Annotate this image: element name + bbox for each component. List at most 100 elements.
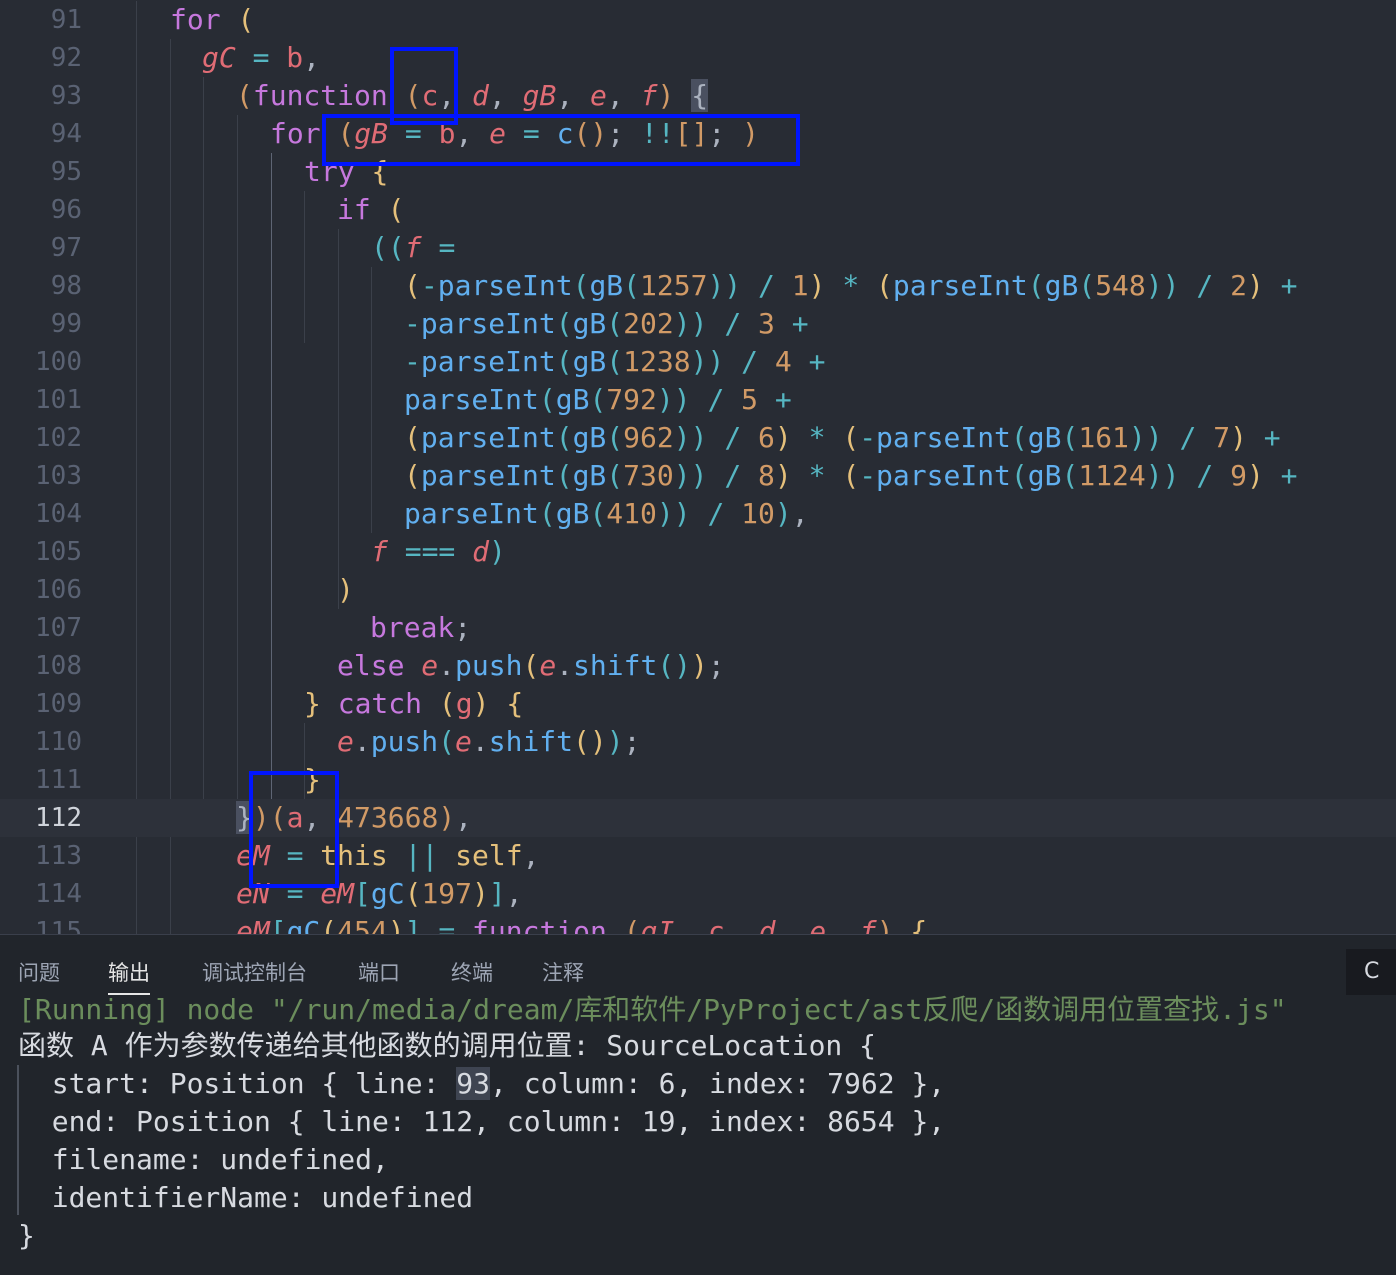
code-line[interactable]: 103 (parseInt(gB(730)) / 8) * (-parseInt(… [0, 457, 1396, 495]
code-token: ) [774, 421, 792, 454]
code-text: break; [370, 609, 471, 647]
code-token: ( [606, 459, 624, 492]
code-token: 161 [1078, 421, 1129, 454]
code-text: f === d) [371, 533, 506, 571]
code-line[interactable]: 92 gC = b, [0, 39, 1396, 77]
code-token: gB [572, 459, 607, 492]
code-token: ( [555, 307, 573, 340]
code-token: b [438, 117, 456, 150]
code-token: push [455, 649, 523, 682]
code-editor[interactable]: 91 for (92 gC = b, 93 (function (c, d, gB, e… [0, 0, 1396, 934]
code-line[interactable]: 114 eN = eM[gC(197)], [0, 875, 1396, 913]
tab-ports[interactable]: 端口 [358, 957, 400, 987]
code-line[interactable]: 111} [0, 761, 1396, 799]
code-token: / [724, 459, 742, 492]
code-line[interactable]: 110 e.push(e.shift()); [0, 723, 1396, 761]
code-token: , [488, 79, 523, 112]
code-token: 1257 [640, 269, 708, 302]
code-token: ) [774, 459, 792, 492]
tab-terminal[interactable]: 终端 [451, 957, 493, 987]
code-token: ( [606, 421, 624, 454]
line-number: 103 [35, 461, 82, 491]
code-token: / [707, 497, 725, 530]
code-line[interactable]: 100 -parseInt(gB(1238)) / 4 + [0, 343, 1396, 381]
code-line[interactable]: 109} catch (g) { [0, 685, 1396, 723]
code-token: ) [1230, 421, 1247, 454]
code-token: eN [236, 877, 270, 910]
code-token: / [1179, 421, 1197, 454]
code-token: 6 [758, 421, 775, 454]
code-token: ( [876, 269, 893, 302]
code-line[interactable]: 91 for ( [0, 1, 1396, 39]
output-line: filename: undefined, [18, 1143, 389, 1176]
code-token: gC [202, 41, 236, 74]
code-line[interactable]: 104 parseInt(gB(410)) / 10), [0, 495, 1396, 533]
output-line: end: Position { line: 112, column: 19, i… [18, 1105, 946, 1138]
tab-output[interactable]: 输出 [108, 957, 150, 995]
line-number: 105 [35, 537, 82, 567]
code-token: . [471, 725, 489, 758]
code-token: else [337, 649, 405, 682]
code-line[interactable]: 102 (parseInt(gB(962)) / 6) * (-parseInt(… [0, 419, 1396, 457]
code-text: e.push(e.shift()); [337, 723, 640, 761]
code-line[interactable]: 95 try { [0, 153, 1396, 191]
panel-action-button[interactable]: C [1346, 949, 1396, 995]
code-line[interactable]: 112})(a, 473668), [0, 799, 1396, 837]
code-token: ] [488, 877, 506, 910]
code-token: ( [572, 269, 590, 302]
code-text: parseInt(gB(410)) / 10), [404, 495, 809, 533]
code-line[interactable]: 108 else e.push(e.shift()); [0, 647, 1396, 685]
code-token: 202 [623, 307, 674, 340]
code-token: = [286, 877, 304, 910]
code-token: ) [691, 649, 708, 682]
code-line[interactable]: 113 eM = this || self, [0, 837, 1396, 875]
code-token: 3 [758, 307, 775, 340]
code-line[interactable]: 99 -parseInt(gB(202)) / 3 + [0, 305, 1396, 343]
code-token: . [556, 649, 574, 682]
code-token: for [170, 3, 221, 36]
code-line[interactable]: 94 for (gB = b, e = c(); !![]; ) [0, 115, 1396, 153]
code-line[interactable]: 106) [0, 571, 1396, 609]
code-text: gC = b, [202, 39, 320, 77]
tab-comments[interactable]: 注释 [542, 957, 584, 987]
code-token: eM [320, 877, 355, 910]
code-line[interactable]: 98 (-parseInt(gB(1257)) / 1) * (parseInt(… [0, 267, 1396, 305]
code-line[interactable]: 115 eM[gC(454)] = function (gI, c, d, e, … [0, 913, 1396, 934]
code-token: gC [286, 915, 321, 934]
code-token: ( [1061, 459, 1079, 492]
code-token: for [270, 117, 321, 150]
code-line[interactable]: 96 if ( [0, 191, 1396, 229]
code-token: parseInt [420, 421, 556, 454]
tab-problems[interactable]: 问题 [18, 957, 60, 987]
code-token: 4 [774, 345, 792, 378]
tab-debug-console[interactable]: 调试控制台 [202, 957, 307, 987]
code-token: / [1196, 459, 1214, 492]
code-line[interactable]: 105 f === d) [0, 533, 1396, 571]
code-token: + [1280, 269, 1298, 302]
code-token: function [472, 915, 607, 934]
code-token: )) [707, 269, 742, 302]
code-token: parseInt [892, 269, 1028, 302]
line-number: 111 [35, 765, 82, 795]
code-token: - [404, 345, 421, 378]
code-token: ) [876, 915, 894, 934]
code-line[interactable]: 107 break; [0, 609, 1396, 647]
code-token: gB [354, 117, 389, 150]
code-token: * [842, 269, 860, 302]
line-number: 108 [35, 651, 82, 681]
code-token: ; [707, 649, 725, 682]
code-line[interactable]: 93 (function (c, d, gB, e, f) { [0, 77, 1396, 115]
code-token: f [371, 535, 388, 568]
code-line[interactable]: 101 parseInt(gB(792)) / 5 + [0, 381, 1396, 419]
code-token: parseInt [876, 459, 1011, 492]
code-line[interactable]: 97 ((f = [0, 229, 1396, 267]
code-token: b [286, 41, 304, 74]
